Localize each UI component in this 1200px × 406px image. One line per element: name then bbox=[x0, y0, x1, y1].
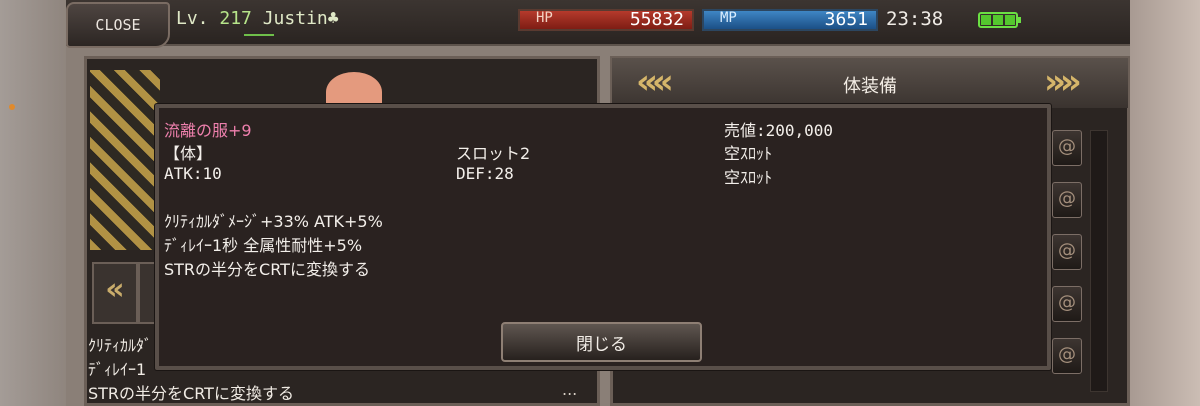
hp-label: HP bbox=[536, 10, 553, 26]
exp-bar bbox=[244, 34, 274, 36]
level-prefix: Lv. bbox=[176, 8, 209, 29]
hp-value: 55832 bbox=[629, 9, 684, 30]
mp-label: MP bbox=[720, 10, 737, 26]
effect-line-1: ｸﾘﾃｨｶﾙﾀﾞﾒｰｼﾞ+33% ATK+5% bbox=[164, 212, 383, 231]
mp-value: 3651 bbox=[824, 9, 868, 30]
slot-type: 【体】 bbox=[164, 144, 213, 163]
level-value: 217 bbox=[219, 8, 252, 29]
character-weapon-image bbox=[90, 70, 160, 250]
item-name: 流離の服+9 bbox=[164, 121, 252, 140]
more-ellipsis[interactable]: ... bbox=[562, 380, 577, 399]
equipment-slot-icon[interactable]: @ bbox=[1052, 338, 1082, 374]
sell-value: 売値:200,000 bbox=[724, 121, 834, 140]
effect-line-3: STRの半分をCRTに変換する bbox=[164, 260, 370, 279]
equipment-scrollbar[interactable] bbox=[1090, 130, 1108, 392]
equipment-slot-icon[interactable]: @ bbox=[1052, 182, 1082, 218]
player-name: Justin♣ bbox=[262, 8, 339, 29]
equipment-slot-icon[interactable]: @ bbox=[1052, 286, 1082, 322]
battery-full-icon bbox=[978, 12, 1018, 28]
close-dialog-button[interactable]: 閉じる bbox=[501, 322, 702, 362]
battery-tip bbox=[1018, 17, 1021, 23]
slot-count: スロット2 bbox=[456, 144, 531, 163]
background-effect-line-3: STRの半分をCRTに変換する bbox=[88, 384, 294, 403]
double-chevron-left-icon[interactable]: « bbox=[92, 262, 138, 324]
right-margin bbox=[1130, 0, 1200, 406]
empty-slot-2: 空ｽﾛｯﾄ bbox=[724, 168, 773, 187]
equipment-slot-icon[interactable]: @ bbox=[1052, 130, 1082, 166]
equipment-slot-icon[interactable]: @ bbox=[1052, 234, 1082, 270]
def-stat: DEF:28 bbox=[456, 164, 514, 183]
effect-line-2: ﾃﾞｨﾚｲｰ1秒 全属性耐性+5% bbox=[164, 236, 363, 255]
close-button[interactable]: CLOSE bbox=[66, 2, 170, 48]
background-effect-line-1: ｸﾘﾃｨｶﾙﾀﾞ bbox=[88, 336, 153, 355]
empty-slot-1: 空ｽﾛｯﾄ bbox=[724, 144, 773, 163]
atk-stat: ATK:10 bbox=[164, 164, 222, 183]
player-level: Lv. 217 Justin♣ bbox=[176, 8, 339, 29]
background-effect-line-2: ﾃﾞｨﾚｲｰ1 bbox=[88, 360, 147, 379]
clock: 23:38 bbox=[886, 8, 944, 30]
notification-dot bbox=[9, 104, 15, 110]
left-margin bbox=[0, 0, 66, 406]
equipment-title: 体装備 bbox=[843, 76, 897, 97]
